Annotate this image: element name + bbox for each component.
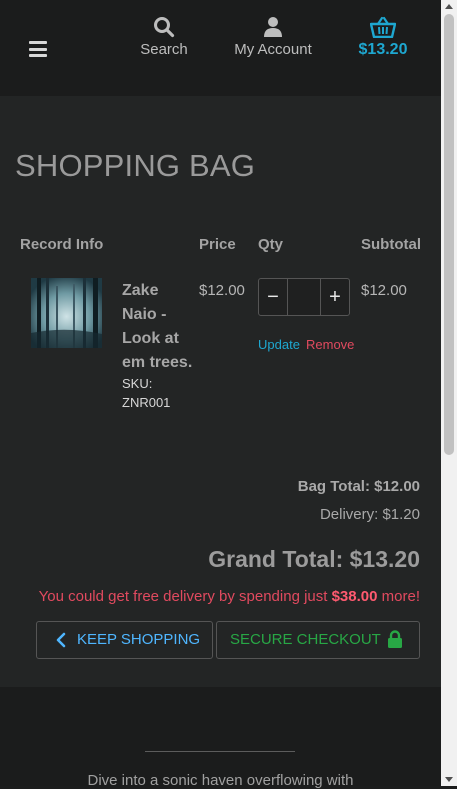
secure-checkout-button[interactable]: SECURE CHECKOUT (216, 621, 420, 659)
page-scrollbar[interactable] (441, 0, 457, 786)
search-icon (154, 17, 175, 38)
decrement-button[interactable]: − (259, 279, 287, 315)
footer-blurb: Dive into a sonic haven overflowing with (87, 772, 354, 789)
item-price: $12.00 (199, 282, 245, 299)
site-footer: Dive into a sonic haven overflowing with (0, 687, 441, 789)
basket-icon (370, 16, 396, 38)
keep-shopping-label: KEEP SHOPPING (77, 631, 201, 648)
footer-divider (145, 751, 295, 752)
secure-checkout-label: SECURE CHECKOUT (230, 631, 381, 648)
free-delivery-message: You could get free delivery by spending … (39, 588, 420, 605)
chevron-left-icon (56, 632, 66, 648)
page-title: SHOPPING BAG (15, 148, 256, 183)
item-subtotal: $12.00 (361, 282, 407, 299)
remove-link[interactable]: Remove (306, 337, 354, 352)
scroll-down-arrow[interactable] (445, 777, 453, 782)
search-nav-button[interactable]: Search (137, 16, 191, 58)
lock-icon (388, 630, 402, 648)
scrollbar-thumb[interactable] (444, 14, 454, 455)
search-label: Search (140, 41, 188, 58)
bag-total-header: $13.20 (358, 41, 408, 58)
record-thumbnail[interactable] (31, 278, 102, 348)
update-link[interactable]: Update (258, 337, 300, 352)
promo-suffix: more! (377, 588, 420, 605)
promo-prefix: You could get free delivery by spending … (38, 588, 332, 605)
column-header-subtotal: Subtotal (361, 236, 421, 253)
promo-amount: $38.00 (331, 588, 378, 605)
column-header-qty: Qty (258, 236, 284, 253)
quantity-input[interactable] (287, 279, 321, 315)
bag-total: Bag Total: $12.00 (297, 478, 420, 495)
keep-shopping-button[interactable]: KEEP SHOPPING (36, 621, 213, 659)
user-icon (264, 17, 282, 37)
quantity-stepper: − + (258, 278, 350, 316)
increment-button[interactable]: + (321, 279, 349, 315)
grand-total: Grand Total: $13.20 (208, 546, 420, 572)
scroll-up-arrow[interactable] (445, 4, 453, 9)
account-label: My Account (234, 41, 312, 58)
column-header-record-info: Record Info (20, 236, 104, 253)
record-title-link[interactable]: Zake Naio - Look at em trees. (122, 279, 194, 375)
bag-nav-button[interactable]: $13.20 (354, 16, 412, 59)
site-header: Search My Account $13.20 (0, 0, 441, 96)
delivery-cost: Delivery: $1.20 (319, 506, 420, 523)
menu-icon[interactable] (29, 41, 47, 57)
column-header-price: Price (199, 236, 236, 253)
record-sku: SKU: ZNR001 (122, 376, 171, 410)
page: Search My Account $13.20 SHOPPING BAG Re… (0, 0, 441, 789)
account-nav-button[interactable]: My Account (229, 16, 317, 58)
